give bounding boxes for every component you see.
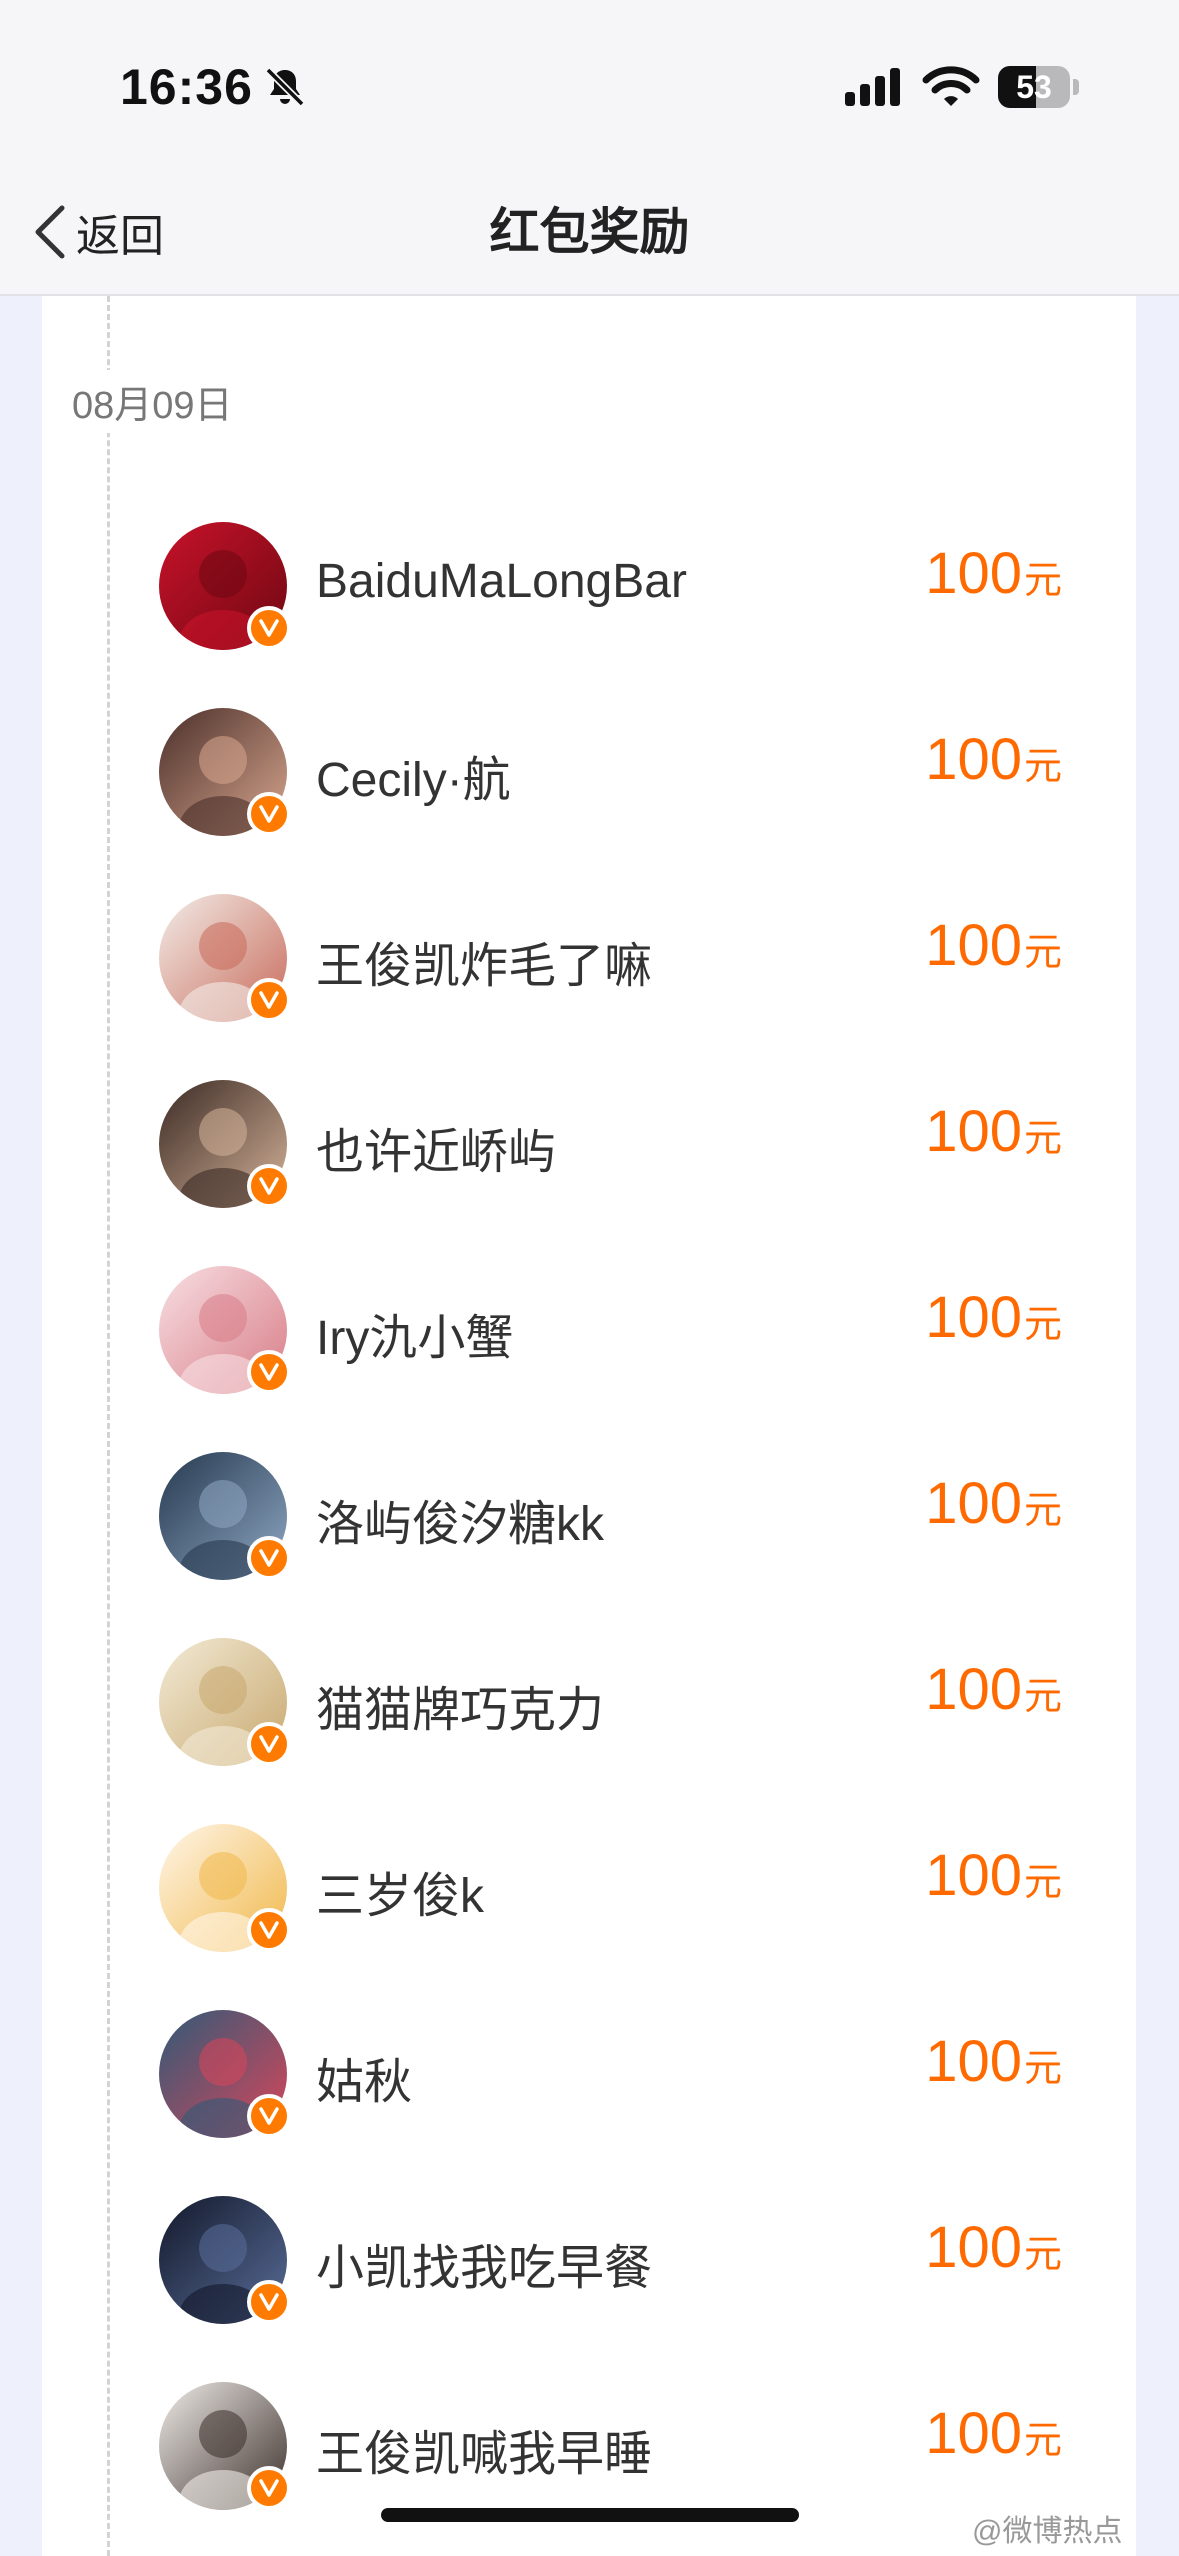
battery-icon: 53 <box>998 66 1080 108</box>
user-name[interactable]: 猫猫牌巧克力 <box>316 1670 604 1740</box>
user-name[interactable]: 三岁俊k <box>316 1856 484 1926</box>
reward-amount: 100元 <box>925 1842 1062 1909</box>
reward-row[interactable]: 猫猫牌巧克力 100元 <box>42 1626 1136 1812</box>
reward-amount: 100元 <box>925 726 1062 793</box>
amount-unit: 元 <box>1023 746 1062 788</box>
reward-row[interactable]: 三岁俊k 100元 <box>42 1812 1136 1998</box>
amount-value: 100 <box>925 541 1022 606</box>
wifi-icon <box>922 66 980 106</box>
amount-value: 100 <box>925 727 1022 792</box>
back-button[interactable]: 返回 <box>30 190 164 274</box>
amount-value: 100 <box>925 913 1022 978</box>
date-label: 08月09日 <box>72 370 233 433</box>
verified-badge-icon <box>247 2094 291 2138</box>
user-name[interactable]: BaiduMaLongBar <box>316 554 687 609</box>
verified-badge-icon <box>247 1164 291 1208</box>
amount-unit: 元 <box>1023 2420 1062 2462</box>
amount-value: 100 <box>925 2215 1022 2280</box>
amount-value: 100 <box>925 1285 1022 1350</box>
verified-badge-icon <box>247 792 291 836</box>
reward-amount: 100元 <box>925 1656 1062 1723</box>
amount-unit: 元 <box>1023 1862 1062 1904</box>
bell-muted-icon <box>265 67 305 107</box>
amount-value: 100 <box>925 1471 1022 1536</box>
cellular-signal-icon <box>845 68 900 106</box>
reward-amount: 100元 <box>925 1098 1062 1165</box>
reward-amount: 100元 <box>925 2028 1062 2095</box>
reward-amount: 100元 <box>925 912 1062 979</box>
back-label: 返回 <box>76 212 164 261</box>
reward-row[interactable]: 王俊凯炸毛了嘛 100元 <box>42 882 1136 1068</box>
status-time: 16:36 <box>120 59 253 115</box>
verified-badge-icon <box>247 978 291 1022</box>
status-bar: 16:36 53 <box>0 0 1179 170</box>
reward-row[interactable]: 洛屿俊汐糖kk 100元 <box>42 1440 1136 1626</box>
user-name[interactable]: 也许近峤屿 <box>316 1112 556 1182</box>
verified-badge-icon <box>247 606 291 650</box>
amount-unit: 元 <box>1023 560 1062 602</box>
amount-unit: 元 <box>1023 1304 1062 1346</box>
amount-unit: 元 <box>1023 1490 1062 1532</box>
reward-row[interactable]: 小凯找我吃早餐 100元 <box>42 2184 1136 2370</box>
reward-row[interactable]: 姑秋 100元 <box>42 1998 1136 2184</box>
nav-bar: 红包奖励 返回 <box>0 170 1179 296</box>
amount-unit: 元 <box>1023 1118 1062 1160</box>
user-name[interactable]: Iry氿小蟹 <box>316 1298 513 1368</box>
reward-row[interactable]: Iry氿小蟹 100元 <box>42 1254 1136 1440</box>
amount-value: 100 <box>925 1843 1022 1908</box>
amount-unit: 元 <box>1023 1676 1062 1718</box>
amount-value: 100 <box>925 1657 1022 1722</box>
verified-badge-icon <box>247 1536 291 1580</box>
amount-unit: 元 <box>1023 2234 1062 2276</box>
amount-unit: 元 <box>1023 932 1062 974</box>
watermark: @微博热点 <box>972 2515 1123 2548</box>
user-name[interactable]: 王俊凯炸毛了嘛 <box>316 926 652 996</box>
home-indicator <box>381 2508 799 2522</box>
reward-row[interactable]: Cecily·航 100元 <box>42 696 1136 882</box>
user-name[interactable]: 小凯找我吃早餐 <box>316 2228 652 2298</box>
amount-unit: 元 <box>1023 2048 1062 2090</box>
chevron-left-icon <box>35 205 65 259</box>
user-name[interactable]: Cecily·航 <box>316 740 511 810</box>
verified-badge-icon <box>247 1908 291 1952</box>
amount-value: 100 <box>925 2401 1022 2466</box>
reward-content: 08月09日 BaiduMaLongBar 100元 Cecily·航 100元 王俊凯… <box>42 296 1136 2556</box>
verified-badge-icon <box>247 1722 291 1766</box>
user-name[interactable]: 王俊凯喊我早睡 <box>316 2414 652 2484</box>
amount-value: 100 <box>925 2029 1022 2094</box>
page-title: 红包奖励 <box>489 204 690 260</box>
verified-badge-icon <box>247 2280 291 2324</box>
reward-amount: 100元 <box>925 540 1062 607</box>
user-name[interactable]: 洛屿俊汐糖kk <box>316 1484 604 1554</box>
reward-row[interactable]: 也许近峤屿 100元 <box>42 1068 1136 1254</box>
verified-badge-icon <box>247 1350 291 1394</box>
battery-percent: 53 <box>1016 69 1052 105</box>
reward-amount: 100元 <box>925 2400 1062 2467</box>
reward-amount: 100元 <box>925 1284 1062 1351</box>
user-name[interactable]: 姑秋 <box>316 2042 412 2112</box>
reward-amount: 100元 <box>925 1470 1062 1537</box>
reward-amount: 100元 <box>925 2214 1062 2281</box>
verified-badge-icon <box>247 2466 291 2510</box>
reward-row[interactable]: BaiduMaLongBar 100元 <box>42 510 1136 696</box>
amount-value: 100 <box>925 1099 1022 1164</box>
